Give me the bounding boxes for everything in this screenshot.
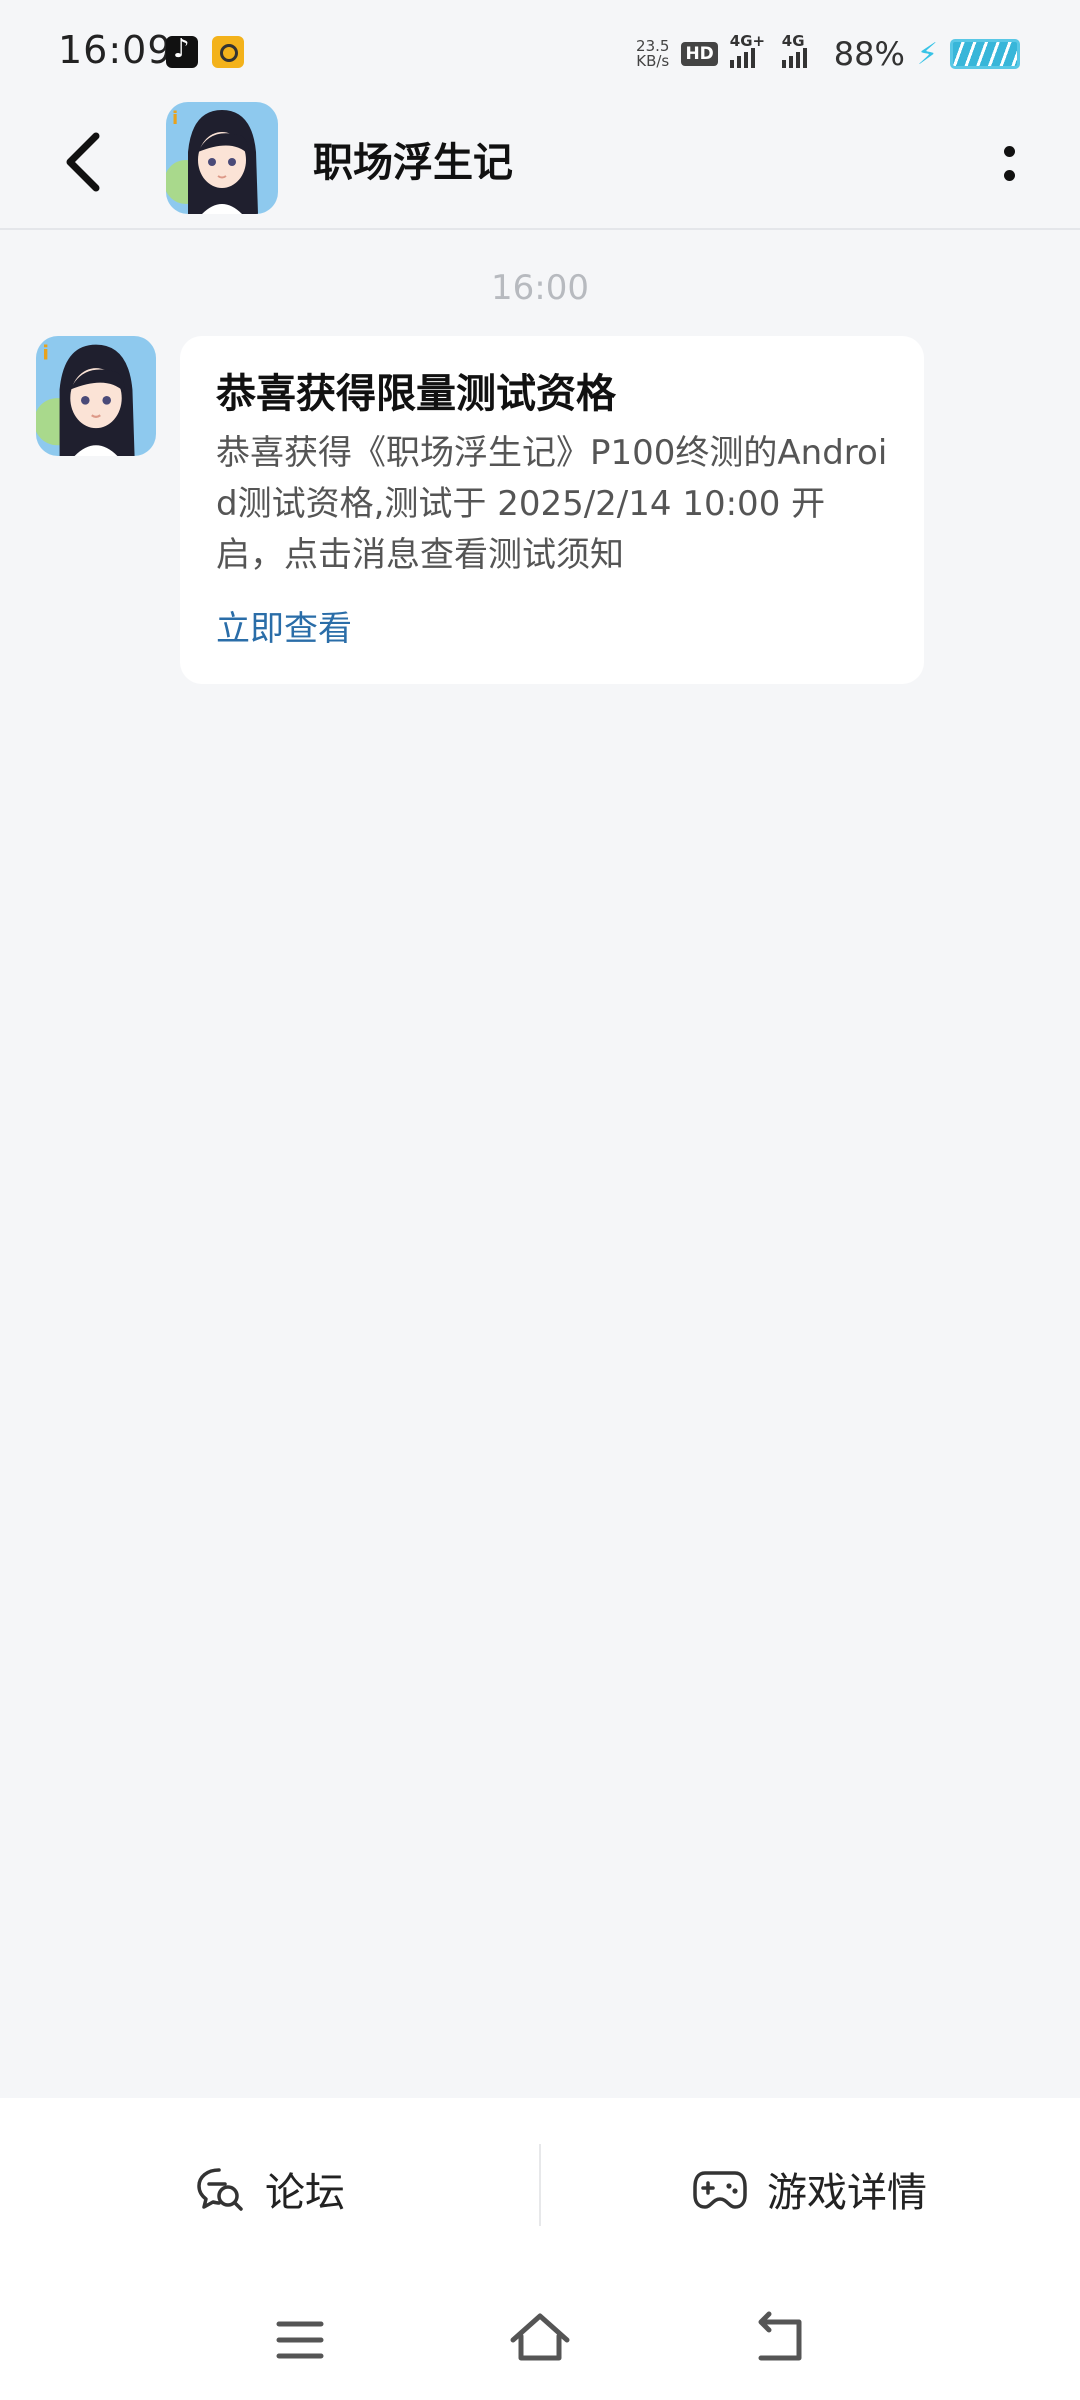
signal-icon-2: 4G xyxy=(781,32,822,68)
network-speed: 23.5 KB/s xyxy=(636,39,669,69)
charging-icon: ⚡ xyxy=(916,36,938,72)
game-details-label: 游戏详情 xyxy=(767,2170,927,2216)
message-title: 恭喜获得限量测试资格 xyxy=(216,371,616,417)
status-bar: 16:09 23.5 KB/s HD 4G+ 4G 88% ⚡ xyxy=(0,0,1080,100)
message-body: 恭喜获得《职场浮生记》P100终测的Android测试资格,测试于 2025/2… xyxy=(216,433,888,575)
home-icon xyxy=(510,2313,570,2361)
game-details-button[interactable]: 游戏详情 xyxy=(540,2098,1080,2280)
home-button[interactable] xyxy=(495,2300,585,2380)
bottom-action-bar: 论坛 游戏详情 xyxy=(0,2098,1080,2280)
svg-text:i: i xyxy=(42,342,49,365)
more-icon xyxy=(1004,146,1015,157)
back-arrow-icon xyxy=(66,132,100,192)
sender-avatar[interactable]: i xyxy=(36,336,156,456)
page-title: 职场浮生记 xyxy=(313,140,513,186)
forum-icon xyxy=(197,2168,243,2211)
status-indicators: 23.5 KB/s HD 4G+ 4G 88% ⚡ xyxy=(636,32,1020,74)
hd-icon: HD xyxy=(681,42,718,66)
more-options-button[interactable] xyxy=(980,126,1040,202)
return-icon xyxy=(758,2311,802,2361)
battery-icon xyxy=(950,39,1020,69)
menu-icon xyxy=(276,2321,324,2359)
svg-text:i: i xyxy=(172,108,178,129)
signal-label-2: 4G xyxy=(781,32,805,50)
message-card[interactable]: 恭喜获得限量测试资格 恭喜获得《职场浮生记》P100终测的Android测试资格… xyxy=(180,336,924,684)
signal-icon: 4G+ xyxy=(729,32,770,68)
message-timestamp: 16:00 xyxy=(491,268,589,308)
tiktok-icon xyxy=(166,34,198,68)
signal-label-1: 4G+ xyxy=(729,32,766,50)
forum-button[interactable]: 论坛 xyxy=(0,2098,540,2280)
forum-label: 论坛 xyxy=(265,2170,345,2216)
system-nav-bar xyxy=(0,2280,1080,2400)
network-speed-unit: KB/s xyxy=(636,52,670,70)
recent-apps-button[interactable] xyxy=(255,2300,345,2380)
chat-header: i 职场浮生记 xyxy=(0,100,1080,230)
game-character-icon: i xyxy=(166,102,278,214)
back-button[interactable] xyxy=(50,122,130,202)
view-now-link[interactable]: 立即查看 xyxy=(216,601,888,650)
game-character-icon: i xyxy=(36,336,156,456)
status-time: 16:09 xyxy=(58,28,173,72)
gamepad-icon xyxy=(693,2171,747,2209)
game-avatar[interactable]: i xyxy=(166,102,278,214)
battery-percent: 88% xyxy=(833,35,905,73)
app-notification-icon xyxy=(212,36,244,68)
back-nav-button[interactable] xyxy=(735,2300,825,2380)
